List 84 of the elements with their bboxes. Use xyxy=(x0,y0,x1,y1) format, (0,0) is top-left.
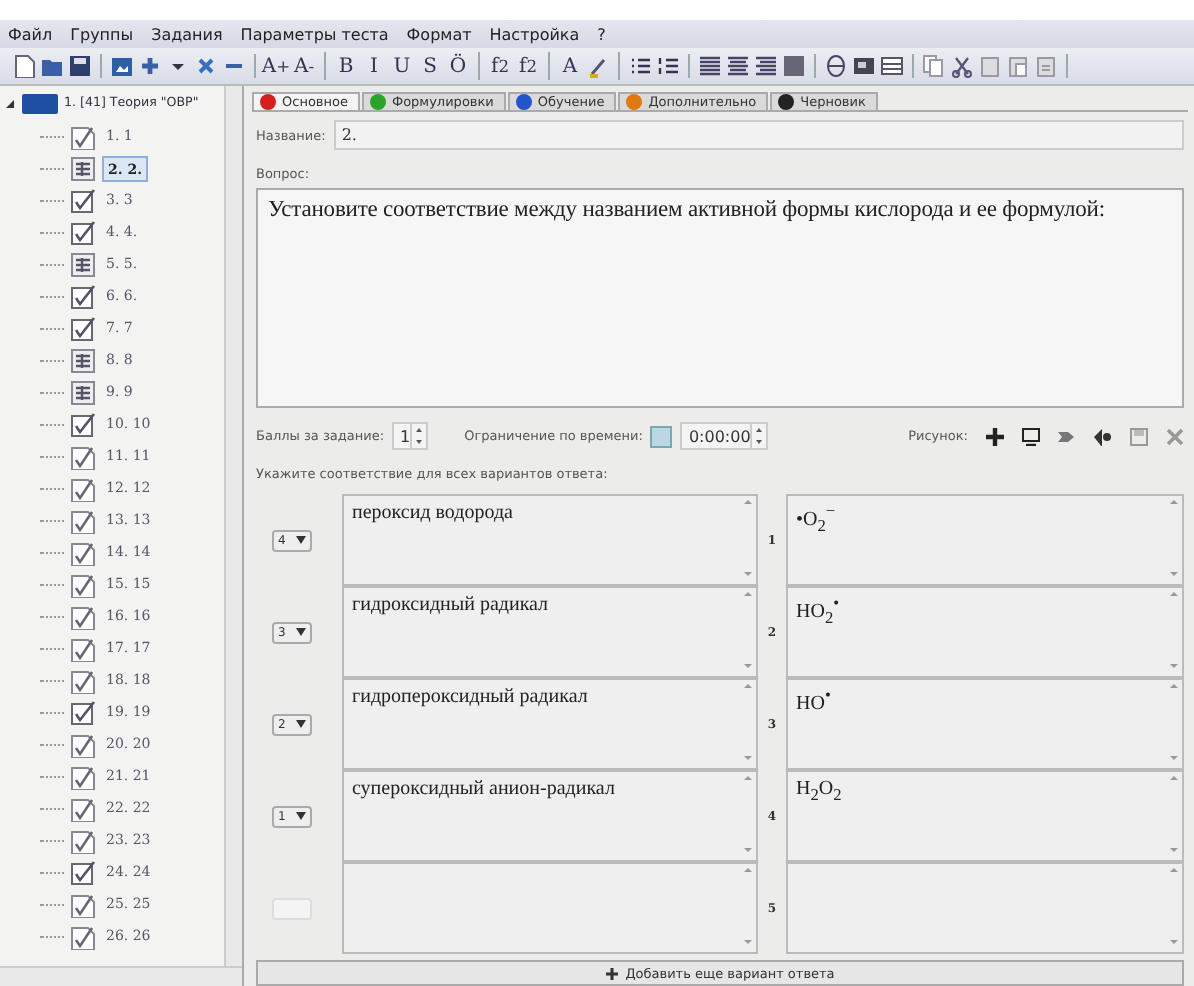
answer-field[interactable]: H$_{2}$O$_{2}$ xyxy=(786,770,1184,862)
spinner-icon[interactable] xyxy=(410,424,427,448)
caret-icon xyxy=(296,720,306,728)
align-left-icon[interactable] xyxy=(698,54,722,78)
grid-page-icon xyxy=(70,347,96,373)
arrow-icon[interactable] xyxy=(1058,427,1076,445)
checked-box-icon xyxy=(70,315,96,341)
checked-box-icon xyxy=(70,283,96,309)
menu-item[interactable]: Параметры теста xyxy=(240,25,389,43)
checkmark-page-icon xyxy=(70,475,96,501)
answer-field[interactable]: HO$^{•}$ xyxy=(786,678,1184,770)
table-icon[interactable] xyxy=(880,54,904,78)
checkmark-page-icon xyxy=(70,539,96,565)
checkmark-page-icon xyxy=(70,443,96,469)
question-field[interactable]: Установите соответствие между названием активной формы кислорода и ее формулой: xyxy=(256,188,1184,408)
checkmark-page-icon xyxy=(70,891,96,917)
add-icon[interactable] xyxy=(986,427,1004,445)
brush-icon[interactable] xyxy=(586,54,610,78)
bullet-list-icon[interactable] xyxy=(628,54,652,78)
image-icon[interactable] xyxy=(110,54,134,78)
folder-icon[interactable] xyxy=(40,54,64,78)
caret-icon xyxy=(296,812,306,820)
checkmark-page-icon xyxy=(70,923,96,949)
spinner-icon[interactable] xyxy=(750,424,767,448)
checked-box-icon xyxy=(70,219,96,245)
points-field[interactable]: 1 xyxy=(392,422,429,450)
numbered-list-icon[interactable] xyxy=(656,54,680,78)
checkmark-page-icon xyxy=(70,603,96,629)
folder-icon xyxy=(22,92,58,114)
format-button[interactable]: U xyxy=(390,52,414,80)
close-icon[interactable] xyxy=(1166,427,1184,445)
menu-item[interactable]: Задания xyxy=(151,25,223,43)
format-button[interactable]: I xyxy=(362,52,386,80)
copy-icon[interactable] xyxy=(922,54,946,78)
answer-field[interactable]: супероксидный анион-радикал xyxy=(342,770,758,862)
picture-icon[interactable] xyxy=(852,54,876,78)
scissors-icon[interactable] xyxy=(950,54,974,78)
checkbox[interactable] xyxy=(650,425,673,447)
menu-item[interactable]: Настройка xyxy=(489,25,580,43)
menu-item[interactable]: Группы xyxy=(70,25,134,43)
time-field[interactable]: 0:00:00 xyxy=(680,422,769,450)
align-right-icon[interactable] xyxy=(754,54,778,78)
checkmark-page-icon xyxy=(70,667,96,693)
checked-box-icon xyxy=(70,859,96,885)
grid-page-icon xyxy=(70,251,96,277)
close-icon[interactable] xyxy=(194,54,218,78)
checked-box-icon xyxy=(70,411,96,437)
grid-page-icon xyxy=(70,155,96,181)
checkmark-page-icon xyxy=(70,123,96,149)
document-icon[interactable] xyxy=(12,54,36,78)
align-center-icon[interactable] xyxy=(726,54,750,78)
grid-page-icon xyxy=(70,379,96,405)
checked-box-icon xyxy=(70,187,96,213)
scrollbar[interactable] xyxy=(224,86,242,966)
checkmark-page-icon xyxy=(70,507,96,533)
checkmark-page-icon xyxy=(70,827,96,853)
menu-item[interactable]: Файл xyxy=(8,25,53,43)
checkmark-page-icon xyxy=(70,731,96,757)
menu-item[interactable]: Формат xyxy=(406,25,472,43)
caret-icon xyxy=(296,628,306,636)
checkmark-page-icon xyxy=(70,763,96,789)
format-button[interactable]: S xyxy=(418,52,442,80)
format-button[interactable]: Ö xyxy=(446,52,470,80)
theta-icon[interactable] xyxy=(824,54,848,78)
plus-icon xyxy=(605,967,618,979)
expander-icon[interactable] xyxy=(4,97,16,109)
caret-icon xyxy=(296,536,306,544)
answer-field[interactable]: гидроксидный радикал xyxy=(342,586,758,678)
name-field[interactable]: 2. xyxy=(333,120,1184,150)
answer-field[interactable]: гидропероксидный радикал xyxy=(342,678,758,770)
format-button[interactable]: A xyxy=(558,52,582,80)
answer-field[interactable] xyxy=(786,862,1184,954)
scrollbar[interactable] xyxy=(0,966,242,986)
checked-box-icon xyxy=(70,699,96,725)
answer-field[interactable]: пероксид водорода xyxy=(342,494,758,586)
monitor-icon[interactable] xyxy=(1022,427,1040,445)
checkmark-page-icon xyxy=(70,795,96,821)
answer-field[interactable] xyxy=(342,862,758,954)
checkmark-page-icon xyxy=(70,635,96,661)
menu-item[interactable]: ? xyxy=(597,25,606,43)
checkmark-page-icon xyxy=(70,571,96,597)
format-button[interactable]: B xyxy=(334,52,358,80)
plus-icon[interactable] xyxy=(138,54,162,78)
save-icon[interactable] xyxy=(68,54,92,78)
